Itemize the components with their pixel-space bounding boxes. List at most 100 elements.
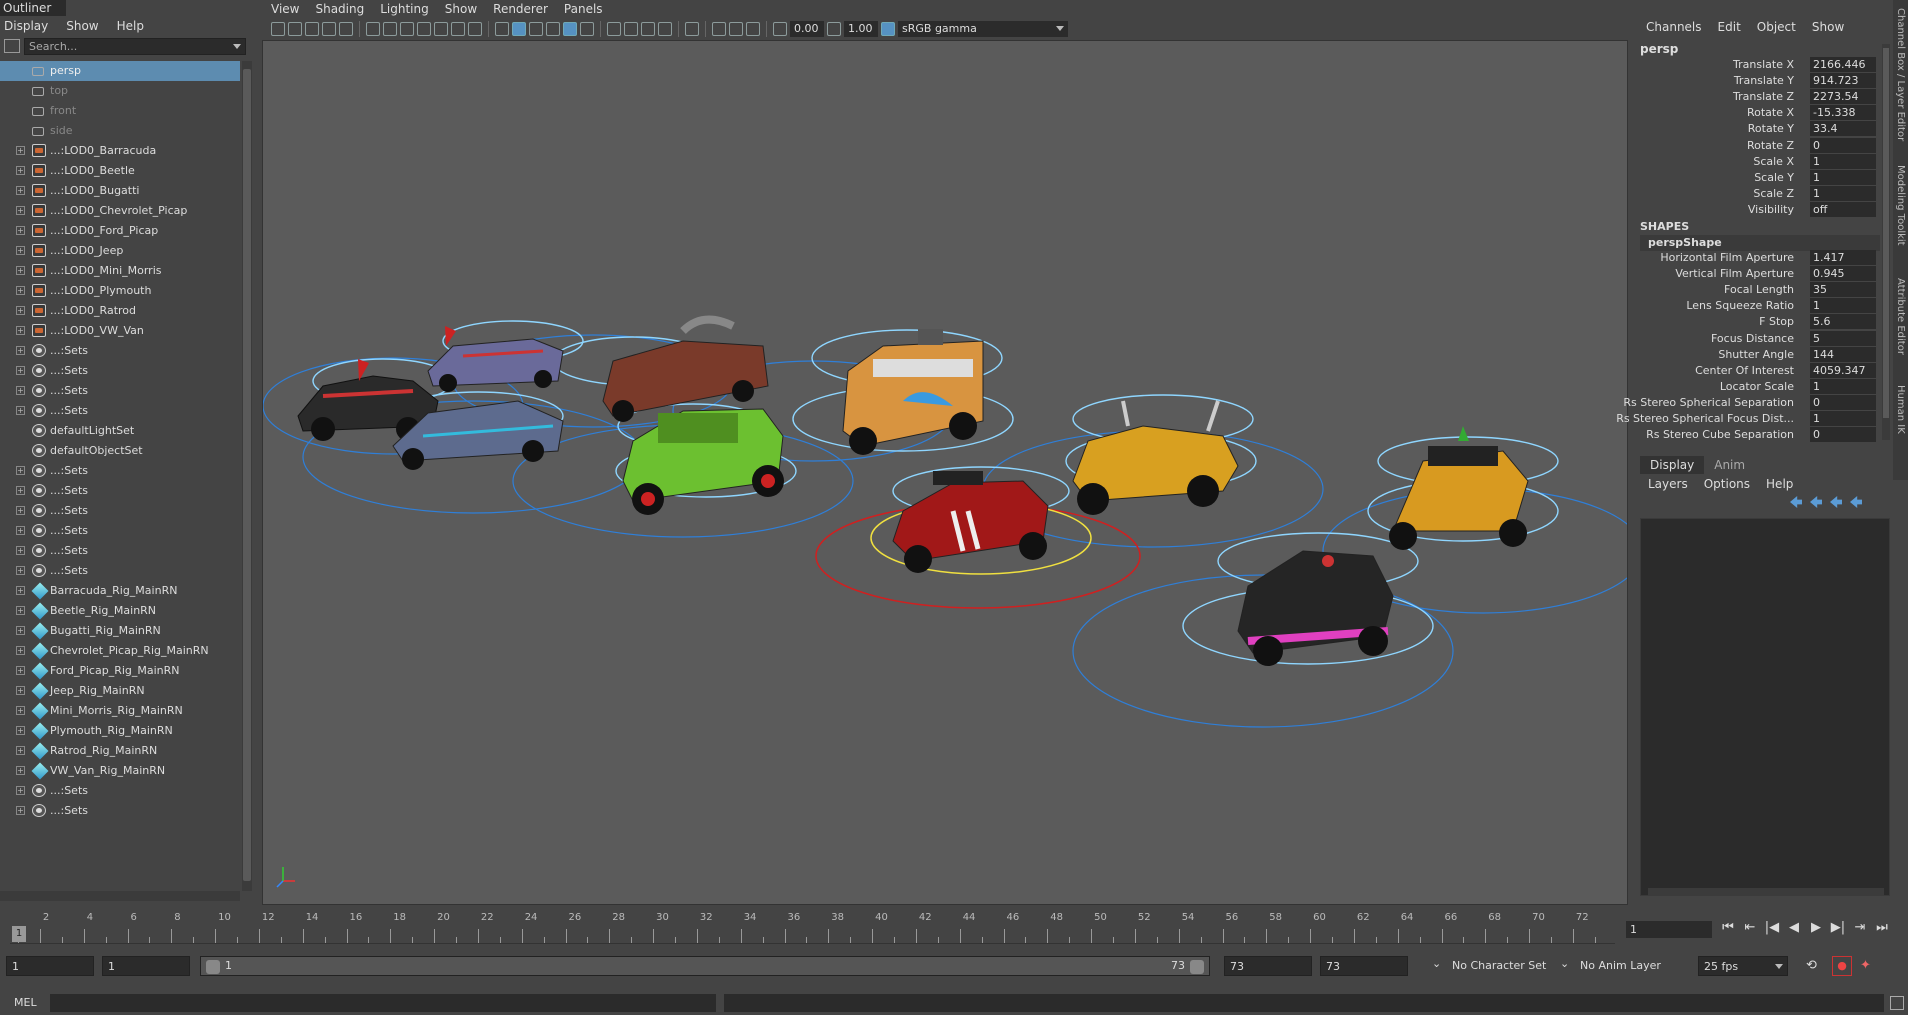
loop-icon[interactable]: ⟲ <box>1806 958 1817 973</box>
outliner-row[interactable]: + ...:LOD0_VW_Van <box>0 321 240 341</box>
outliner-row[interactable]: + Mini_Morris_Rig_MainRN <box>0 701 240 721</box>
channel-attribute-row[interactable]: Rotate Y 33.4 <box>1640 121 1876 137</box>
outliner-row[interactable]: + ...:Sets <box>0 781 240 801</box>
new-layer-selected-icon[interactable] <box>1850 496 1862 508</box>
channel-attribute-row[interactable]: Translate Z 2273.54 <box>1640 89 1876 105</box>
channel-attribute-row[interactable]: Rs Stereo Cube Separation 0 <box>1640 427 1876 443</box>
expand-icon[interactable]: + <box>16 766 25 775</box>
channel-attribute-row[interactable]: F Stop 5.6 <box>1640 314 1876 330</box>
outliner-row[interactable]: + ...:Sets <box>0 561 240 581</box>
command-language-toggle[interactable]: MEL <box>6 994 46 1012</box>
expand-icon[interactable]: + <box>16 646 25 655</box>
play-forwards-icon[interactable]: ▶ <box>1808 920 1824 935</box>
go-to-start-icon[interactable]: ⏮ <box>1720 920 1736 935</box>
outliner-row[interactable]: + ...:Sets <box>0 481 240 501</box>
grease-pencil-icon[interactable] <box>339 22 353 36</box>
outliner-search-input[interactable]: Search... <box>24 37 246 55</box>
outliner-row[interactable]: + ...:Sets <box>0 401 240 421</box>
channel-attribute-row[interactable]: Translate Y 914.723 <box>1640 73 1876 89</box>
exposure-field[interactable]: 0.00 <box>790 21 824 37</box>
channel-attribute-row[interactable]: Center Of Interest 4059.347 <box>1640 362 1876 379</box>
go-to-end-icon[interactable]: ⏭ <box>1874 920 1890 935</box>
expand-icon[interactable]: + <box>16 546 25 555</box>
channel-attribute-row[interactable]: Scale Z 1 <box>1640 185 1876 202</box>
expand-icon[interactable]: + <box>16 526 25 535</box>
xray-active-icon[interactable] <box>729 22 743 36</box>
range-end-handle[interactable] <box>1190 960 1204 974</box>
viewport-menu-panels[interactable]: Panels <box>556 0 611 18</box>
attribute-value-field[interactable]: 2273.54 <box>1810 89 1876 105</box>
expand-icon[interactable]: + <box>16 246 25 255</box>
outliner-row[interactable]: + ...:LOD0_Ford_Picap <box>0 221 240 241</box>
current-frame-field[interactable]: 1 <box>1626 921 1712 938</box>
attribute-value-field[interactable]: 914.723 <box>1810 73 1876 89</box>
playback-end-field[interactable]: 73 <box>1224 956 1312 976</box>
safe-action-icon[interactable] <box>451 22 465 36</box>
outliner-row[interactable]: + ...:Sets <box>0 461 240 481</box>
channel-attribute-row[interactable]: Vertical Film Aperture 0.945 <box>1640 266 1876 282</box>
outliner-row[interactable]: + ...:Sets <box>0 361 240 381</box>
channel-attribute-row[interactable]: Shutter Angle 144 <box>1640 346 1876 363</box>
xray-icon[interactable] <box>712 22 726 36</box>
anti-aliasing-icon[interactable] <box>641 22 655 36</box>
new-layer-icon[interactable] <box>1830 496 1842 508</box>
attribute-value-field[interactable]: 144 <box>1810 346 1876 362</box>
lights-icon[interactable] <box>563 22 577 36</box>
wireframe-on-shaded-icon[interactable] <box>529 22 543 36</box>
outliner-row[interactable]: + ...:LOD0_Mini_Morris <box>0 261 240 281</box>
viewport-menu-shading[interactable]: Shading <box>307 0 372 18</box>
outliner-row[interactable]: + Barracuda_Rig_MainRN <box>0 581 240 601</box>
bookmarks-icon[interactable] <box>305 22 319 36</box>
tab-human-ik[interactable]: Human IK <box>1893 385 1908 434</box>
expand-icon[interactable]: + <box>16 406 25 415</box>
step-back-frame-icon[interactable]: |◀ <box>1764 920 1780 935</box>
gate-mask-icon[interactable] <box>417 22 431 36</box>
xray-joints-icon[interactable] <box>746 22 760 36</box>
resolution-gate-icon[interactable] <box>400 22 414 36</box>
expand-icon[interactable]: + <box>16 486 25 495</box>
outliner-row[interactable]: + ...:Sets <box>0 341 240 361</box>
attribute-value-field[interactable]: 35 <box>1810 282 1876 298</box>
search-dropdown-icon[interactable] <box>233 43 241 49</box>
expand-icon[interactable]: + <box>16 666 25 675</box>
animation-preferences-icon[interactable]: ✦ <box>1860 958 1871 973</box>
depth-of-field-icon[interactable] <box>658 22 672 36</box>
layer-menu-layers[interactable]: Layers <box>1648 474 1688 494</box>
attribute-value-field[interactable]: 1 <box>1810 378 1876 394</box>
attribute-value-field[interactable]: 1 <box>1810 411 1876 426</box>
anim-layer-dropdown[interactable]: ⌄ No Anim Layer <box>1556 956 1686 976</box>
expand-icon[interactable]: + <box>16 286 25 295</box>
film-gate-icon[interactable] <box>383 22 397 36</box>
channel-attribute-row[interactable]: Locator Scale 1 <box>1640 378 1876 395</box>
channel-attribute-row[interactable]: Rs Stereo Spherical Focus Dist... 1 <box>1616 411 1876 427</box>
outliner-row[interactable]: + ...:LOD0_Chevrolet_Picap <box>0 201 240 221</box>
outliner-tree[interactable]: persp top front side + ...:LOD0_Barracuda +...… <box>0 61 240 891</box>
outliner-row[interactable]: + Plymouth_Rig_MainRN <box>0 721 240 741</box>
field-chart-icon[interactable] <box>434 22 448 36</box>
channel-attribute-row[interactable]: Scale Y 1 <box>1640 169 1876 186</box>
outliner-menu-display[interactable]: Display <box>4 16 48 36</box>
move-layer-down-icon[interactable] <box>1810 496 1822 508</box>
expand-icon[interactable]: + <box>16 626 25 635</box>
outliner-row[interactable]: + ...:LOD0_Plymouth <box>0 281 240 301</box>
image-plane-icon[interactable] <box>322 22 336 36</box>
attribute-value-field[interactable]: 1 <box>1810 153 1876 169</box>
camera-attributes-icon[interactable] <box>288 22 302 36</box>
safe-title-icon[interactable] <box>468 22 482 36</box>
color-space-dropdown[interactable]: sRGB gamma <box>898 21 1068 37</box>
expand-icon[interactable]: + <box>16 306 25 315</box>
expand-icon[interactable]: + <box>16 366 25 375</box>
attribute-value-field[interactable]: 2166.446 <box>1810 57 1876 72</box>
outliner-row[interactable]: top <box>0 81 240 101</box>
outliner-row[interactable]: + ...:Sets <box>0 501 240 521</box>
outliner-row[interactable]: front <box>0 101 240 121</box>
outliner-row[interactable]: + Beetle_Rig_MainRN <box>0 601 240 621</box>
expand-icon[interactable]: + <box>16 686 25 695</box>
channel-box-scrollbar[interactable] <box>1882 44 1890 440</box>
attribute-value-field[interactable]: 0.945 <box>1810 266 1876 282</box>
channel-menu-edit[interactable]: Edit <box>1718 20 1741 38</box>
channel-attribute-row[interactable]: Focal Length 35 <box>1640 282 1876 298</box>
channel-menu-show[interactable]: Show <box>1812 20 1844 38</box>
expand-icon[interactable]: + <box>16 706 25 715</box>
current-frame-marker[interactable]: 1 <box>12 926 26 942</box>
